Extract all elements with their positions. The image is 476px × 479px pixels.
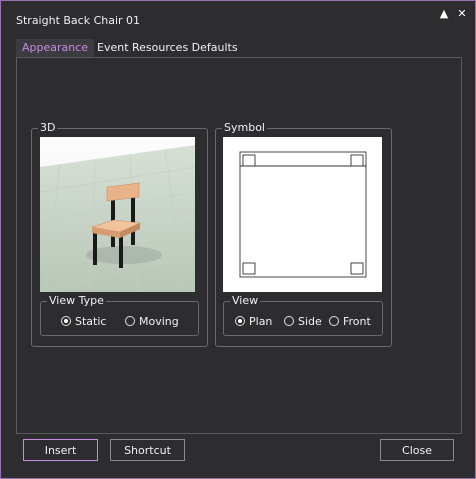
group-view-type-label: View Type [47, 294, 106, 308]
radio-plan-indicator[interactable] [235, 316, 245, 326]
window-title: Straight Back Chair 01 [16, 14, 141, 27]
tab-panel-appearance: 3D View Type Static Moving Symbol View P… [16, 57, 462, 434]
chair-3d-preview [40, 137, 195, 292]
close-button[interactable]: Close [380, 439, 454, 461]
radio-static[interactable]: Static [61, 314, 106, 328]
collapse-icon[interactable]: ▲ [437, 7, 451, 21]
dialog-window: Straight Back Chair 01 ▲ ✕ Appearance Ev… [0, 0, 476, 479]
group-symbol: Symbol View Plan Side Front [215, 121, 392, 347]
group-3d-label: 3D [38, 121, 58, 135]
chair-plan-symbol [239, 151, 367, 278]
radio-plan[interactable]: Plan [235, 314, 272, 328]
group-symbol-label: Symbol [222, 121, 267, 135]
radio-plan-label: Plan [249, 314, 273, 328]
group-view-label: View [230, 294, 261, 308]
radio-moving[interactable]: Moving [125, 314, 179, 328]
radio-front-indicator[interactable] [329, 316, 339, 326]
chair-3d-image [40, 137, 195, 292]
radio-front[interactable]: Front [329, 314, 371, 328]
close-icon[interactable]: ✕ [455, 7, 469, 21]
tab-event-resources-defaults[interactable]: Event Resources Defaults [97, 39, 238, 57]
tab-appearance[interactable]: Appearance [16, 39, 94, 58]
radio-front-label: Front [343, 314, 371, 328]
insert-button[interactable]: Insert [23, 439, 98, 461]
group-3d: 3D View Type Static Moving [31, 121, 208, 347]
group-view: View Plan Side Front [223, 294, 383, 336]
radio-side-label: Side [298, 314, 322, 328]
radio-moving-label: Moving [139, 314, 179, 328]
title-bar: Straight Back Chair 01 ▲ ✕ [1, 1, 475, 35]
radio-static-indicator[interactable] [61, 316, 71, 326]
group-view-type: View Type Static Moving [40, 294, 199, 336]
shortcut-button[interactable]: Shortcut [110, 439, 185, 461]
symbol-plan-preview [223, 137, 382, 292]
radio-static-label: Static [75, 314, 107, 328]
radio-side-indicator[interactable] [284, 316, 294, 326]
radio-moving-indicator[interactable] [125, 316, 135, 326]
radio-side[interactable]: Side [284, 314, 322, 328]
